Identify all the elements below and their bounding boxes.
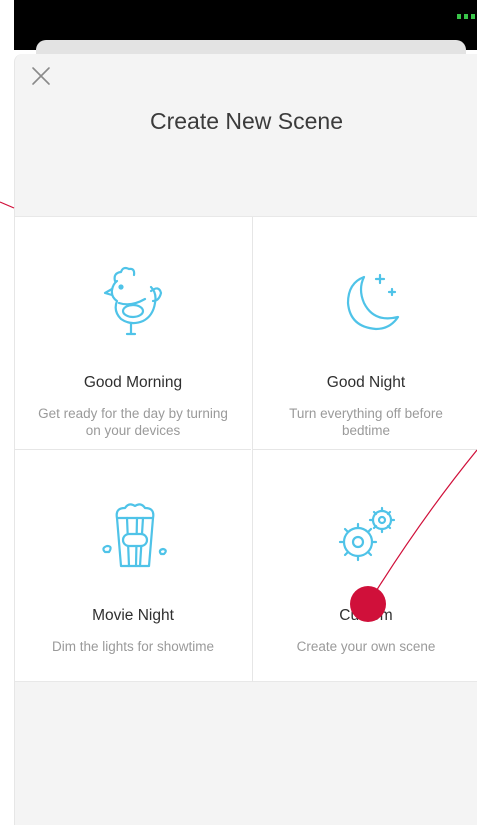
scene-description: Turn everything off before bedtime — [289, 406, 443, 438]
scene-card-movie-night[interactable]: Movie Night Dim the lights for showtime — [15, 449, 251, 682]
rooster-icon — [103, 266, 163, 336]
scene-card-good-night[interactable]: Good Night Turn everything off before be… — [252, 217, 477, 449]
scene-grid: Good Morning Get ready for the day by tu… — [15, 216, 477, 682]
create-scene-sheet: Create New Scene Good Morning Get ready … — [14, 54, 477, 825]
tap-pointer — [350, 586, 386, 622]
close-icon — [32, 67, 50, 85]
moon-stars-icon — [346, 273, 400, 331]
scene-description: Get ready for the day by turning on your… — [38, 406, 228, 438]
battery-icon — [455, 12, 477, 22]
close-button[interactable] — [27, 62, 55, 90]
scene-card-good-morning[interactable]: Good Morning Get ready for the day by tu… — [15, 217, 251, 449]
page-title: Create New Scene — [149, 108, 344, 134]
scene-card-custom[interactable]: Custom Create your own scene — [252, 449, 477, 682]
popcorn-icon — [102, 503, 167, 568]
scene-name: Good Morning — [83, 374, 183, 391]
scene-name: Good Night — [326, 374, 406, 391]
scene-name: Movie Night — [92, 607, 174, 624]
gears-icon — [338, 506, 396, 562]
scene-description: Create your own scene — [296, 639, 436, 654]
scene-description: Dim the lights for showtime — [51, 639, 215, 654]
